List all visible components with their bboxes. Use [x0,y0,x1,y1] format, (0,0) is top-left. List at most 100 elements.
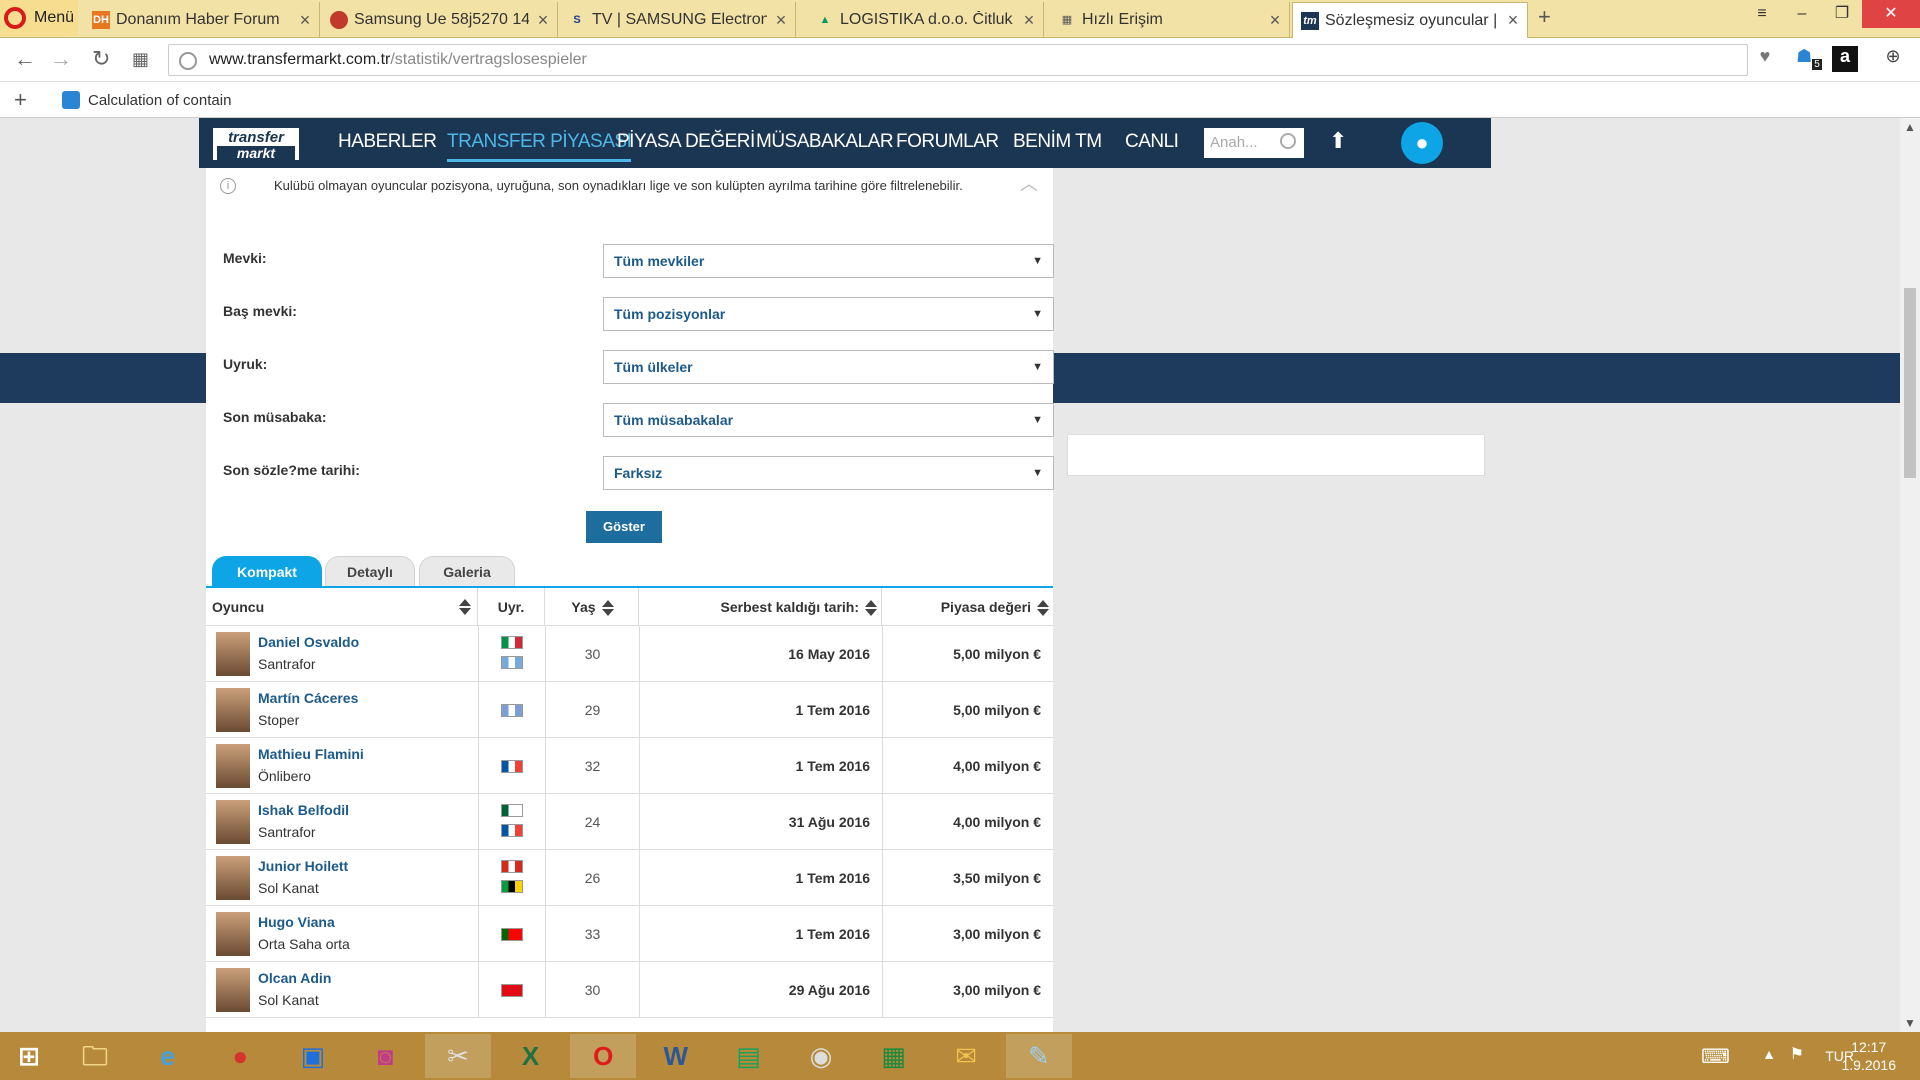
nav-benim-tm[interactable]: BENİM TM [1013,131,1102,153]
browser-tab-2[interactable]: Samsung Ue 58j5270 148c × [322,2,558,38]
home-up-icon[interactable]: ⬆ [1329,128,1347,154]
minimize-icon[interactable]: – [1782,0,1822,28]
player-name-link[interactable]: Daniel Osvaldo [258,634,359,650]
close-tab-icon[interactable]: × [529,10,557,31]
scroll-down-icon[interactable]: ▼ [1904,1016,1916,1030]
browser-tab-1[interactable]: DH Donanım Haber Forum × [84,2,320,38]
player-name-link[interactable]: Hugo Viana [258,914,335,930]
app-blue-icon[interactable]: ▣ [280,1034,346,1078]
tab-menu-icon[interactable]: ≡ [1742,0,1782,28]
nav-piyasa-degeri[interactable]: PİYASA DEĞERİ [617,131,755,153]
scrollbar-thumb[interactable] [1904,288,1916,478]
collapse-chevron-icon[interactable]: ︿ [1020,170,1038,196]
browser-tab-3[interactable]: S TV | SAMSUNG Electronics× [560,2,796,38]
col-piyasa-degeri[interactable]: Piyasa değeri [882,588,1053,626]
maximize-icon[interactable]: ❐ [1822,0,1862,28]
app-camera-icon[interactable]: ◙ [352,1034,418,1078]
sozlesme-tarihi-select[interactable]: Farksız ▼ [603,456,1054,490]
vertical-scrollbar[interactable]: ▲ ▼ [1900,118,1920,1032]
player-photo[interactable] [216,632,250,676]
sort-icon[interactable] [1037,600,1049,617]
tab-detayli[interactable]: Detaylı [325,556,415,586]
action-center-flag-icon[interactable]: ⚑ [1790,1044,1804,1064]
close-tab-icon[interactable]: × [767,10,795,31]
nav-canli[interactable]: CANLI [1125,131,1179,153]
sort-icon[interactable] [601,600,614,617]
col-yas[interactable]: Yaş [545,588,639,626]
internet-explorer-icon[interactable]: e [135,1034,201,1078]
mevki-select[interactable]: Tüm mevkiler ▼ [603,244,1054,278]
close-tab-icon[interactable]: × [1015,10,1043,31]
player-photo[interactable] [216,968,250,1012]
nav-haberler[interactable]: HABERLER [338,131,437,153]
nav-musabakalar[interactable]: MÜSABAKALAR [756,131,894,153]
opera-icon[interactable]: O [570,1034,637,1078]
tab-kompakt[interactable]: Kompakt [212,556,322,586]
bookmark-item[interactable]: Calculation of contain [62,91,231,109]
reload-icon[interactable]: ↻ [92,46,110,72]
player-name-link[interactable]: Junior Hoilett [258,858,348,874]
amazon-icon[interactable]: a [1832,46,1858,72]
webcam-icon[interactable]: ◉ [788,1034,854,1078]
close-tab-icon[interactable]: × [1261,10,1289,31]
uyruk-select[interactable]: Tüm ülkeler ▼ [603,350,1054,384]
close-tab-icon[interactable]: × [291,10,319,31]
col-oyuncu[interactable]: Oyuncu [206,588,478,626]
col-serbest-tarih[interactable]: Serbest kaldığı tarih: [639,588,882,626]
clock[interactable]: 12:17 1.9.2016 [1842,1038,1897,1074]
player-name-link[interactable]: Olcan Adin [258,970,331,986]
player-photo[interactable] [216,688,250,732]
bas-mevki-select[interactable]: Tüm pozisyonlar ▼ [603,297,1054,331]
excel-icon[interactable]: X [498,1034,564,1078]
search-icon[interactable] [1280,133,1296,149]
forward-icon[interactable]: → [50,46,72,72]
add-bookmark-icon[interactable]: + [14,87,27,113]
transfermarkt-logo[interactable]: transfer markt [211,126,301,162]
browser-tab-active[interactable]: tm Sözleşmesiz oyuncular | Tra× [1292,2,1528,38]
windows-start-icon[interactable]: ⊞ [0,1034,58,1078]
col-uyruk[interactable]: Uyr. [478,588,545,626]
speed-dial-icon[interactable]: ▦ [132,49,149,70]
file-explorer-icon[interactable]: 🗀 [62,1034,128,1078]
window-close-icon[interactable]: ✕ [1862,0,1920,28]
player-name-link[interactable]: Mathieu Flamini [258,746,364,762]
player-photo[interactable] [216,800,250,844]
goster-button[interactable]: Göster [586,511,662,543]
sort-icon[interactable] [459,599,471,615]
outlook-icon[interactable]: ✉ [933,1034,999,1078]
back-icon[interactable]: ← [14,46,36,72]
site-search-input[interactable]: Anah... [1204,128,1304,158]
extension-icon[interactable]: ☗ 5 [1796,46,1822,72]
scroll-up-icon[interactable]: ▲ [1904,120,1916,134]
player-photo[interactable] [216,744,250,788]
son-musabaka-select[interactable]: Tüm müsabakalar ▼ [603,403,1054,437]
nav-transfer-piyasasi[interactable]: TRANSFER PİYASASI [447,131,632,162]
opera-menu-button[interactable]: Menü [0,0,78,36]
word-icon[interactable]: W [643,1034,709,1078]
player-photo[interactable] [216,856,250,900]
browser-tab-5[interactable]: ▦ Hızlı Erişim × [1050,2,1290,38]
table-row: Ishak Belfodil Santrafor 24 31 Ağu 2016 … [206,794,1053,850]
app-red-icon[interactable]: ● [207,1034,273,1078]
tab-galeria[interactable]: Galeria [419,556,515,586]
close-tab-icon[interactable]: × [1499,10,1527,31]
user-avatar-icon[interactable]: ● [1401,122,1443,164]
keyboard-icon[interactable]: ⌨ [1701,1044,1730,1069]
download-icon[interactable]: ⊕ [1880,46,1906,72]
url-field[interactable]: www.transfermarkt.com.tr/statistik/vertr… [168,44,1748,76]
snipping-icon[interactable]: ✂ [425,1034,491,1078]
calculator-board-icon[interactable]: ▤ [715,1034,781,1078]
player-name-link[interactable]: Ishak Belfodil [258,802,349,818]
browser-tab-4[interactable]: ▲ LOGISTIKA d.o.o. Čitluk Ak× [808,2,1044,38]
calculator-icon[interactable]: ▦ [861,1034,927,1078]
dh-icon: DH [92,11,110,29]
sort-icon[interactable] [865,600,877,617]
new-tab-button[interactable]: + [1538,4,1551,30]
nav-forumlar[interactable]: FORUMLAR [896,131,999,153]
site-info-icon[interactable] [179,52,197,70]
player-photo[interactable] [216,912,250,956]
tray-expand-icon[interactable]: ▲ [1762,1046,1776,1062]
heart-icon[interactable]: ♥ [1752,46,1778,72]
player-name-link[interactable]: Martín Cáceres [258,690,358,706]
paint-icon[interactable]: ✎ [1005,1034,1072,1078]
